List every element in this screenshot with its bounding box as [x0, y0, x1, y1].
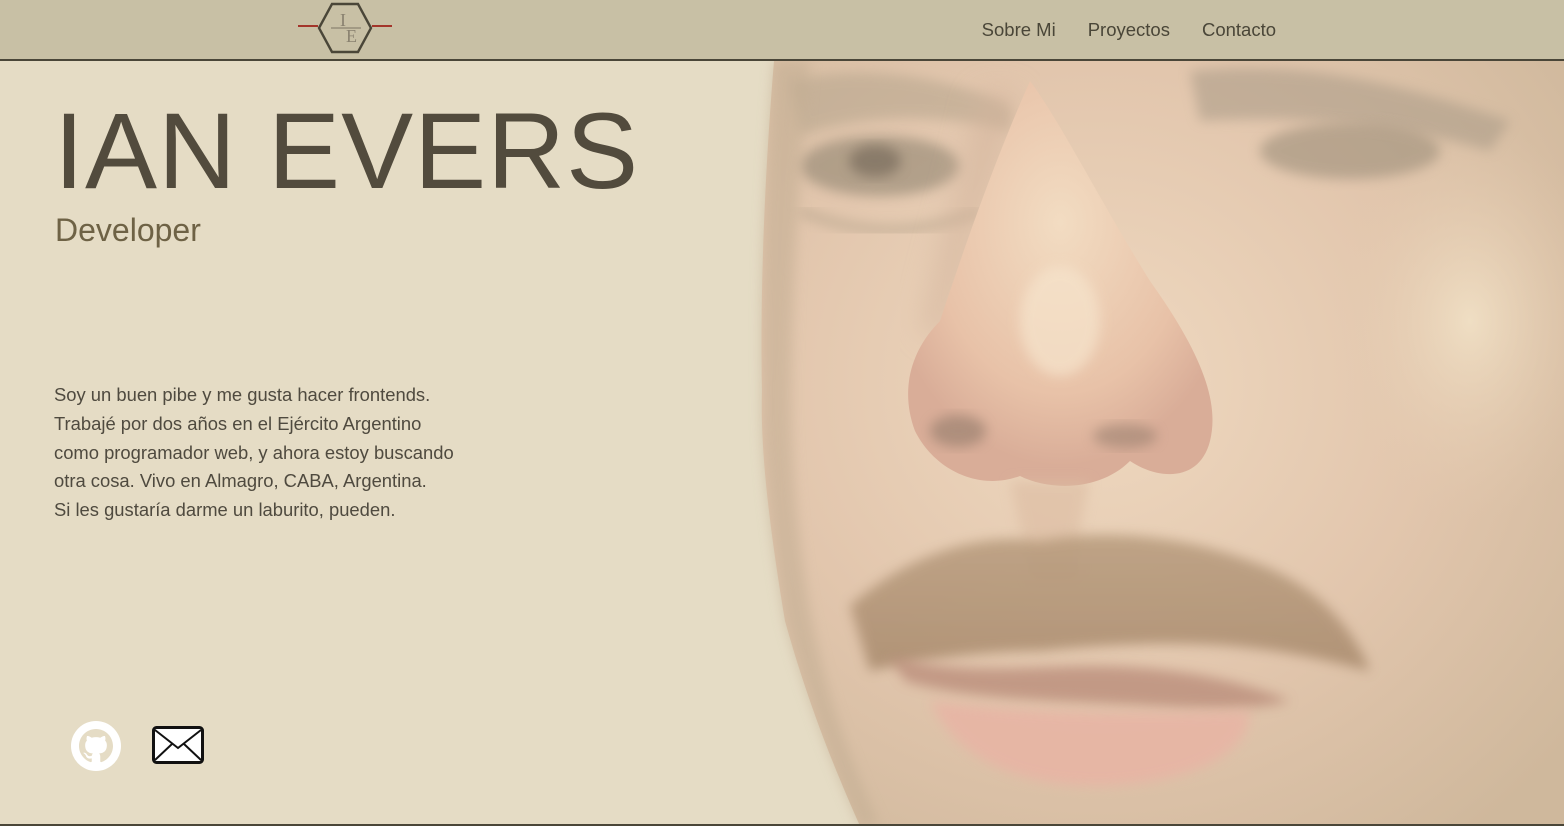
top-navbar: I E Sobre Mi Proyectos Contacto [0, 0, 1564, 61]
nav-link-proyectos[interactable]: Proyectos [1088, 19, 1170, 41]
bio-text: Soy un buen pibe y me gusta hacer fronte… [54, 381, 514, 525]
portrait-photo [761, 61, 1564, 826]
hero-role: Developer [55, 212, 201, 248]
logo-letter-e: E [346, 26, 357, 46]
nav-link-sobre-mi[interactable]: Sobre Mi [982, 19, 1056, 41]
email-link[interactable] [152, 726, 204, 764]
page: I E Sobre Mi Proyectos Contacto IAN EVER… [0, 0, 1564, 826]
hero-name: IAN EVERS [54, 90, 640, 211]
github-icon [71, 721, 121, 771]
bio-line: Soy un buen pibe y me gusta hacer fronte… [54, 384, 431, 405]
github-link[interactable] [70, 720, 122, 772]
bio-line: como programador web, y ahora estoy busc… [54, 441, 454, 463]
bio-line: otra cosa. Vivo en Almagro, CABA, Argent… [54, 470, 427, 492]
nav-link-contacto[interactable]: Contacto [1202, 19, 1276, 41]
mail-icon [152, 726, 204, 764]
main-nav: Sobre Mi Proyectos Contacto [982, 0, 1276, 59]
bio-line: Si les gustaría darme un laburito, puede… [54, 499, 396, 521]
logo-icon[interactable]: I E [298, 1, 392, 55]
bio-line: Trabajé por dos años en el Ejército Arge… [54, 412, 422, 434]
